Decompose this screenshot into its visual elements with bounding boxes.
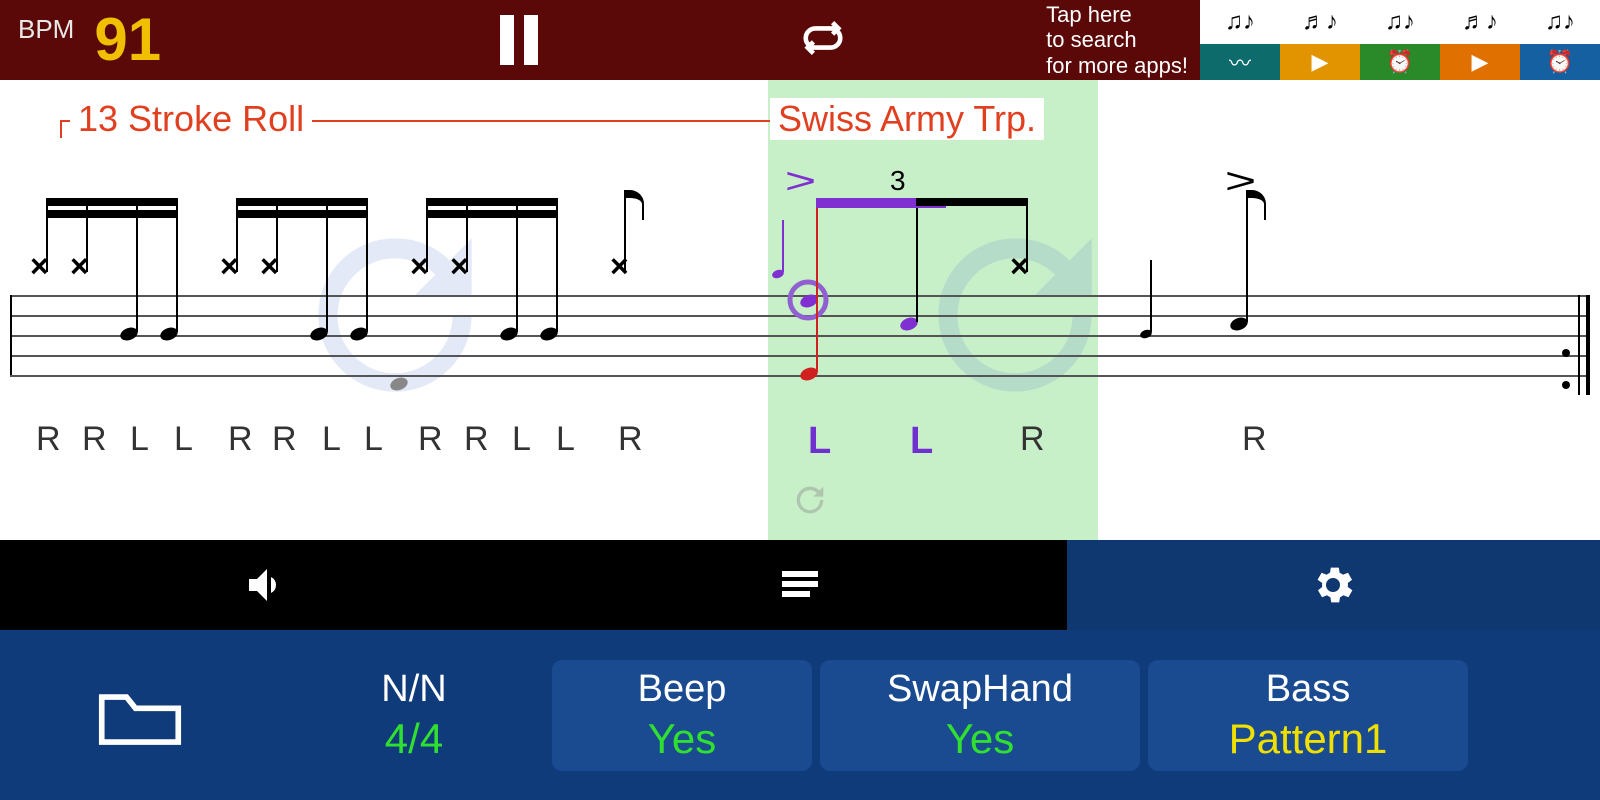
tab-settings[interactable]: [1067, 540, 1600, 630]
app-thumb-2[interactable]: ♬♪▶: [1280, 0, 1360, 80]
setting-beep[interactable]: Beep Yes: [552, 660, 812, 771]
rudiment-label-1: 13 Stroke Roll: [70, 98, 312, 140]
loop-button[interactable]: [800, 15, 846, 66]
rudiment-label-2: Swiss Army Trp.: [770, 98, 1044, 140]
top-bar: BPM 91 Tap here to search for more apps!…: [0, 0, 1600, 80]
pause-button[interactable]: [500, 15, 540, 65]
promo-text[interactable]: Tap here to search for more apps!: [1046, 2, 1200, 78]
app-thumb-4[interactable]: ♬♪▶: [1440, 0, 1520, 80]
playhead-circle-icon: [786, 278, 830, 322]
refresh-icon[interactable]: [790, 480, 830, 520]
end-barline: [1578, 295, 1590, 395]
tab-list[interactable]: [533, 540, 1066, 630]
app-thumbnails: ♫♪〰 ♬♪▶ ♫♪⏰ ♬♪▶ ♫♪⏰: [1200, 0, 1600, 80]
bpm-label: BPM: [18, 10, 74, 45]
setting-swaphand[interactable]: SwapHand Yes: [820, 660, 1140, 771]
score-area[interactable]: 13 Stroke Roll Swiss Army Trp. × × × × ×…: [0, 80, 1600, 540]
settings-panel: N/N 4/4 Beep Yes SwapHand Yes Bass Patte…: [0, 630, 1600, 800]
app-thumb-1[interactable]: ♫♪〰: [1200, 0, 1280, 80]
bpm-section[interactable]: BPM 91: [0, 10, 300, 70]
open-folder-button[interactable]: [0, 680, 280, 750]
bottom-tab-bar: [0, 540, 1600, 630]
app-thumb-5[interactable]: ♫♪⏰: [1520, 0, 1600, 80]
tab-sound[interactable]: [0, 540, 533, 630]
setting-time-signature[interactable]: N/N 4/4: [284, 660, 544, 771]
bpm-value: 91: [94, 10, 161, 70]
setting-bass[interactable]: Bass Pattern1: [1148, 660, 1468, 771]
repeat-dots: [1562, 325, 1570, 413]
app-thumb-3[interactable]: ♫♪⏰: [1360, 0, 1440, 80]
sticking-row: R R L L R R L L R R L L R L L R R: [10, 420, 1590, 470]
triplet-number: 3: [890, 165, 906, 197]
